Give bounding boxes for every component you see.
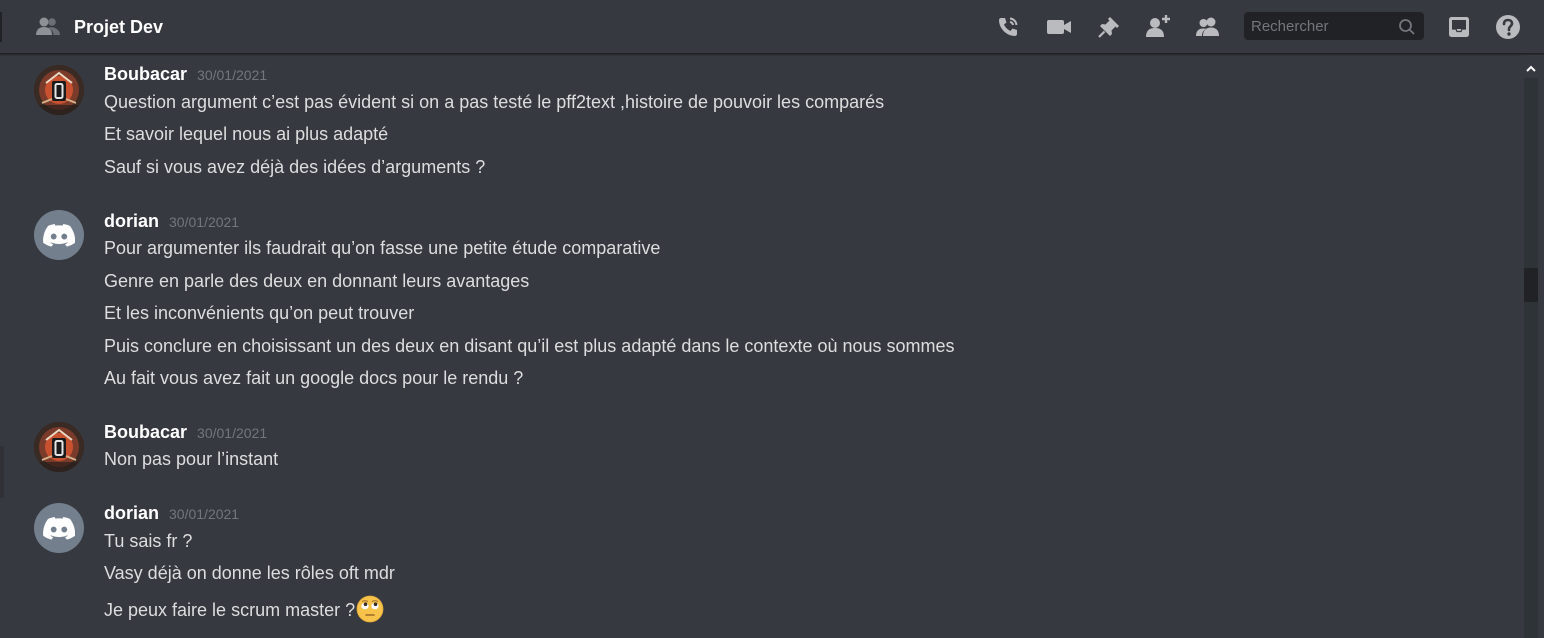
call-icon[interactable]	[993, 12, 1023, 42]
discord-logo-icon	[43, 224, 75, 247]
scroll-thumb[interactable]	[1524, 268, 1538, 302]
search-input[interactable]	[1244, 12, 1389, 40]
message-text: Vasy déjà on donne les rôles oft mdr	[104, 563, 395, 583]
scroll-up-icon[interactable]	[1525, 60, 1537, 72]
members-icon	[34, 15, 62, 39]
video-icon[interactable]	[1044, 12, 1074, 42]
pin-icon[interactable]	[1094, 12, 1124, 42]
message-text: Au fait vous avez fait un google docs po…	[104, 368, 524, 388]
chat-window: Projet Dev Rechercher Boubacar 30/01/202…	[0, 0, 1544, 638]
timestamp: 30/01/2021	[169, 214, 240, 230]
username[interactable]: dorian	[104, 503, 159, 524]
avatar[interactable]	[34, 503, 84, 553]
message-text: Question argument c’est pas évident si o…	[104, 92, 885, 112]
avatar[interactable]	[34, 210, 84, 260]
message-header: Boubacar 30/01/2021	[104, 64, 267, 88]
message-list: Boubacar 30/01/2021 Question argument c’…	[0, 55, 1522, 638]
username[interactable]: dorian	[104, 211, 159, 232]
message-header: Boubacar 30/01/2021	[104, 422, 267, 446]
timestamp: 30/01/2021	[197, 425, 268, 441]
message-text: Je peux faire le scrum master ?	[104, 595, 384, 623]
message-header: dorian 30/01/2021	[104, 503, 239, 527]
message-text: Tu sais fr ?	[104, 531, 193, 551]
avatar[interactable]	[34, 65, 84, 115]
page-title: Projet Dev	[74, 16, 164, 37]
message-text: Et savoir lequel nous ai plus adapté	[104, 124, 389, 144]
face-with-rolling-eyes-emoji	[356, 595, 384, 623]
timestamp: 30/01/2021	[197, 67, 268, 83]
members-list-icon[interactable]	[1194, 12, 1224, 42]
username[interactable]: Boubacar	[104, 422, 187, 443]
timestamp: 30/01/2021	[169, 506, 240, 522]
message-text: Sauf si vous avez déjà des idées d’argum…	[104, 157, 486, 177]
discord-logo-icon	[43, 517, 75, 540]
search-box[interactable]	[1244, 12, 1424, 40]
message-text-content: Je peux faire le scrum master ?	[104, 600, 356, 620]
avatar[interactable]	[34, 422, 84, 472]
channel-header: Projet Dev	[0, 0, 1544, 54]
search-icon[interactable]	[1398, 18, 1416, 36]
message-text: Pour argumenter ils faudrait qu’on fasse…	[104, 238, 661, 258]
message-text: Non pas pour l’instant	[104, 449, 279, 469]
username[interactable]: Boubacar	[104, 64, 187, 85]
inbox-icon[interactable]	[1444, 12, 1474, 42]
channel-title-area: Projet Dev	[34, 13, 163, 41]
sidebar-edge	[0, 446, 4, 498]
message-text: Genre en parle des deux en donnant leurs…	[104, 271, 530, 291]
message-text: Et les inconvénients qu’on peut trouver	[104, 303, 415, 323]
scroll-track[interactable]	[1524, 78, 1538, 638]
add-friend-icon[interactable]	[1144, 12, 1174, 42]
help-icon[interactable]	[1493, 12, 1523, 42]
message-text: Puis conclure en choisissant un des deux…	[104, 336, 955, 356]
message-header: dorian 30/01/2021	[104, 211, 239, 235]
header-left-edge	[0, 12, 2, 42]
